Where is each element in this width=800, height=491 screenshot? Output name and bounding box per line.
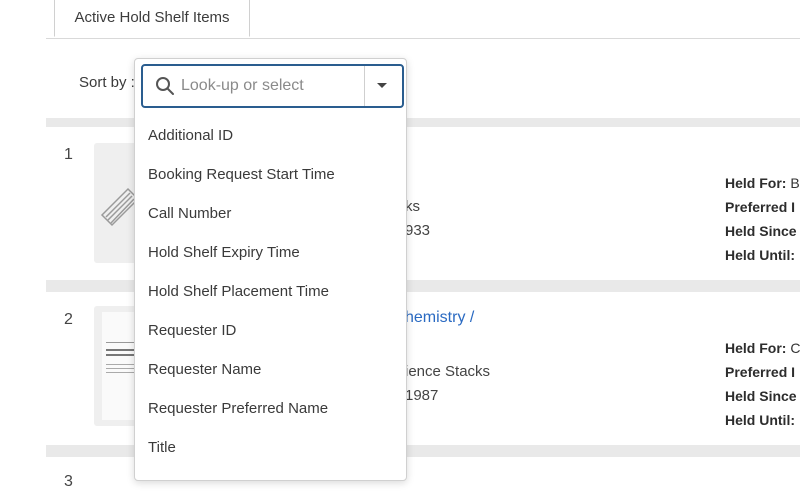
tab-active-hold-shelf-items[interactable]: Active Hold Shelf Items bbox=[54, 0, 250, 37]
item-title-link[interactable]: hemistry / bbox=[405, 309, 474, 327]
row-number: 3 bbox=[64, 473, 73, 490]
sort-by-dropdown[interactable]: Additional ID Booking Request Start Time… bbox=[134, 58, 407, 481]
sort-option-requester-preferred-name[interactable]: Requester Preferred Name bbox=[135, 389, 406, 428]
held-since-label: Held Since bbox=[725, 388, 797, 404]
sort-lookup-field[interactable] bbox=[141, 64, 404, 108]
preferred-label: Preferred I bbox=[725, 199, 796, 215]
sort-by-label: Sort by : bbox=[79, 74, 135, 91]
held-until-label: Held Until: bbox=[725, 247, 795, 263]
item-year-fragment: 933 bbox=[405, 222, 431, 239]
item-location-fragment: ks bbox=[405, 198, 420, 215]
held-since-label: Held Since bbox=[725, 223, 797, 239]
sort-lookup-input[interactable] bbox=[181, 74, 356, 98]
sort-option-title[interactable]: Title bbox=[135, 428, 406, 467]
sort-options-list: Additional ID Booking Request Start Time… bbox=[135, 116, 406, 467]
held-for-label: Held For: bbox=[725, 340, 787, 356]
tab-strip: Active Hold Shelf Items bbox=[46, 0, 800, 39]
sort-option-requester-id[interactable]: Requester ID bbox=[135, 311, 406, 350]
row-number: 2 bbox=[64, 311, 73, 328]
row-number: 1 bbox=[64, 146, 73, 163]
held-for-label: Held For: bbox=[725, 175, 787, 191]
divider bbox=[364, 66, 365, 106]
item-year-fragment: 1987 bbox=[405, 387, 439, 404]
sort-option-additional-id[interactable]: Additional ID bbox=[135, 116, 406, 155]
held-for-value: B bbox=[790, 175, 800, 191]
chevron-down-icon[interactable] bbox=[377, 83, 387, 88]
held-until-label: Held Until: bbox=[725, 412, 795, 428]
preferred-label: Preferred I bbox=[725, 364, 796, 380]
sort-option-hold-shelf-placement-time[interactable]: Hold Shelf Placement Time bbox=[135, 272, 406, 311]
item-location-fragment: ience Stacks bbox=[405, 363, 491, 380]
sort-option-requester-name[interactable]: Requester Name bbox=[135, 350, 406, 389]
search-icon bbox=[156, 77, 174, 95]
held-for-value: C bbox=[790, 340, 800, 356]
held-info: Held For: C Preferred I Held Since Held … bbox=[725, 336, 800, 432]
sort-option-call-number[interactable]: Call Number bbox=[135, 194, 406, 233]
sort-option-booking-request-start-time[interactable]: Booking Request Start Time bbox=[135, 155, 406, 194]
held-info: Held For: B Preferred I Held Since Held … bbox=[725, 171, 800, 267]
sort-option-hold-shelf-expiry-time[interactable]: Hold Shelf Expiry Time bbox=[135, 233, 406, 272]
